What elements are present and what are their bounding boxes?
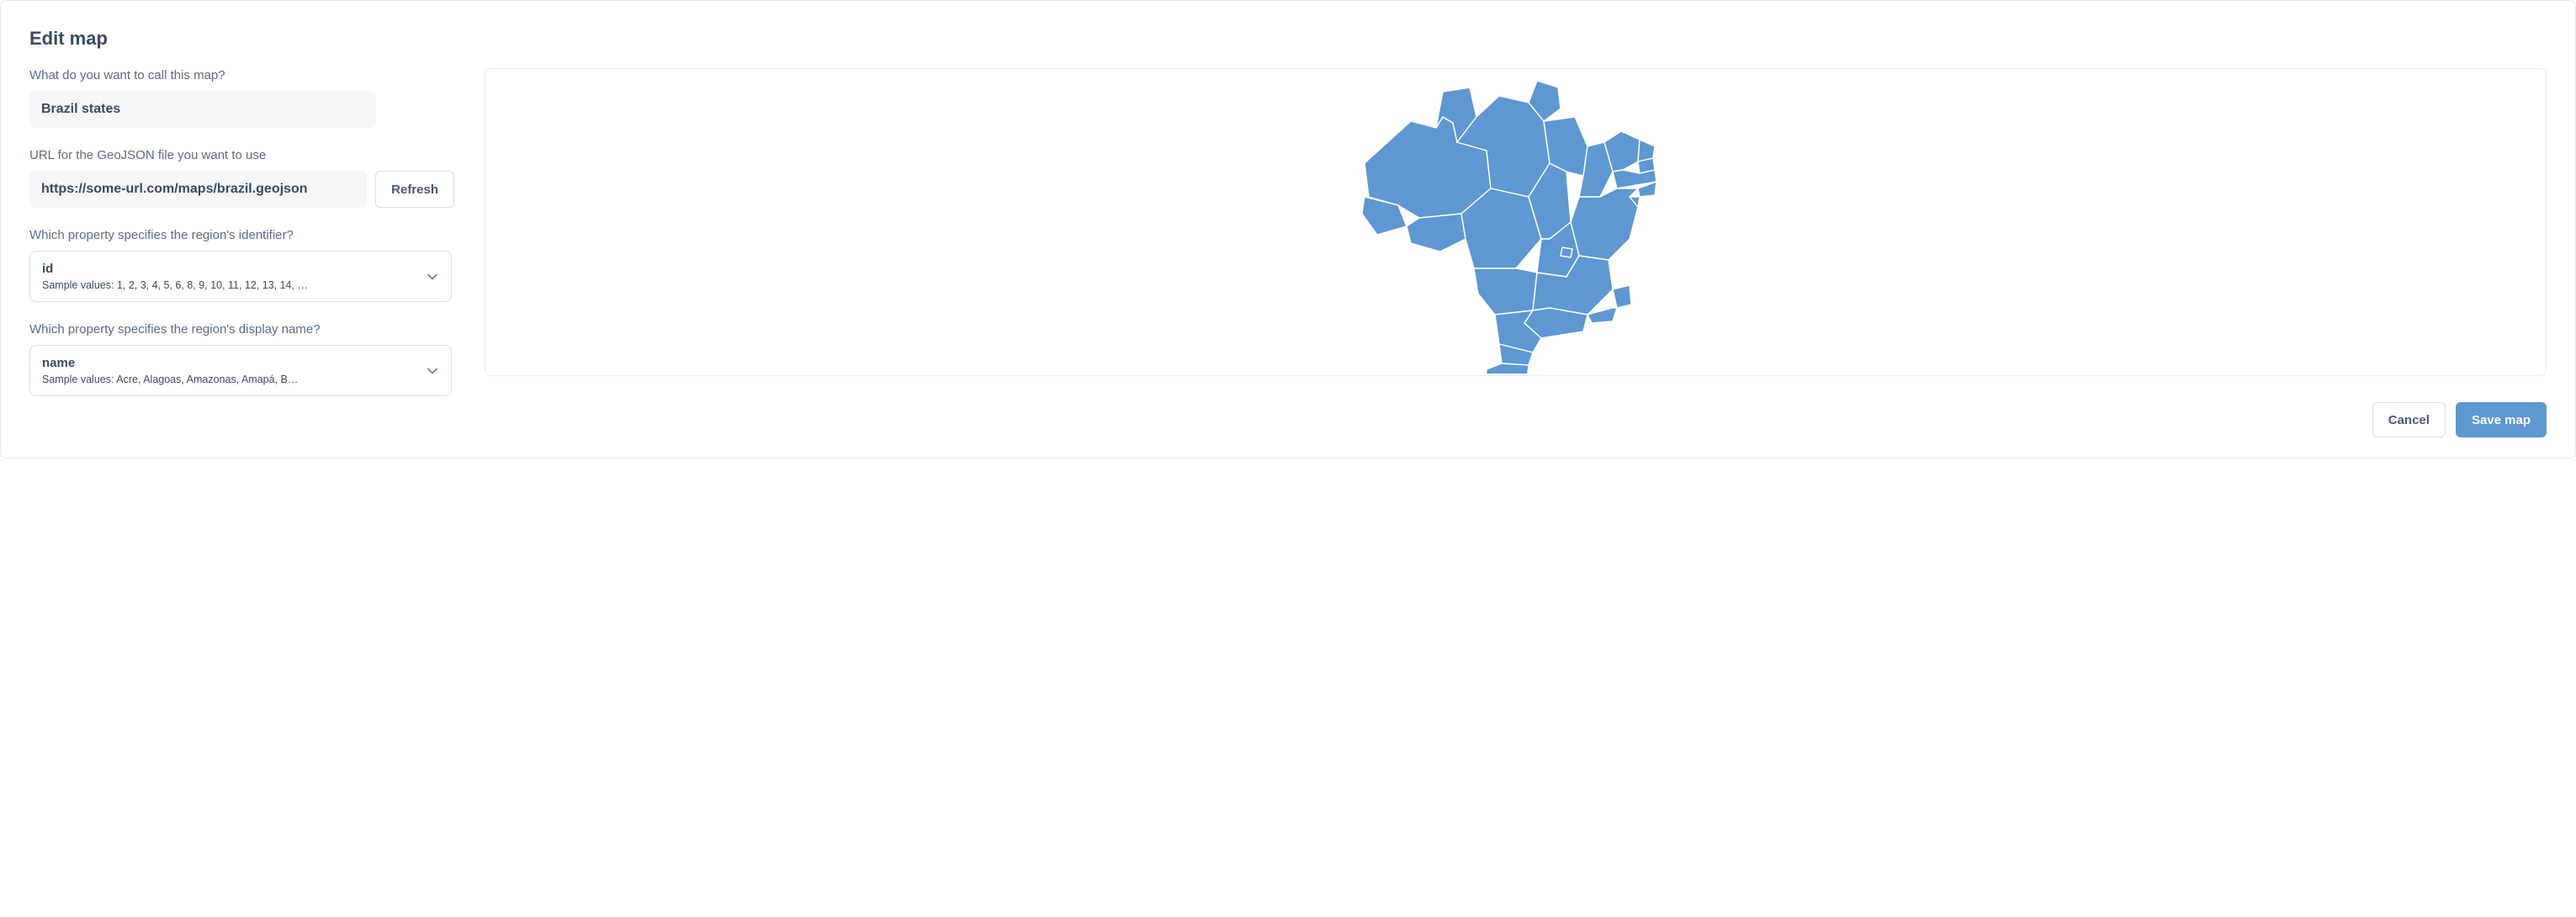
refresh-button[interactable]: Refresh xyxy=(375,171,454,208)
region-identifier-text: id Sample values: 1, 2, 3, 4, 5, 6, 8, 9… xyxy=(42,262,308,291)
region-identifier-label: Which property specifies the region's id… xyxy=(29,228,454,242)
modal-footer: Cancel Save map xyxy=(2372,402,2547,437)
map-name-input[interactable] xyxy=(29,91,376,128)
geojson-url-input[interactable] xyxy=(29,171,367,208)
region-identifier-sample: Sample values: 1, 2, 3, 4, 5, 6, 8, 9, 1… xyxy=(42,279,308,291)
chevron-down-icon xyxy=(427,272,437,282)
save-map-button[interactable]: Save map xyxy=(2456,402,2547,437)
geojson-url-row: Refresh xyxy=(29,171,454,208)
region-display-name-select[interactable]: name Sample values: Acre, Alagoas, Amazo… xyxy=(29,345,452,396)
map-name-label: What do you want to call this map? xyxy=(29,68,454,82)
region-identifier-value: id xyxy=(42,262,308,276)
region-display-name-label: Which property specifies the region's di… xyxy=(29,322,454,337)
geojson-url-label: URL for the GeoJSON file you want to use xyxy=(29,148,454,162)
region-display-name-value: name xyxy=(42,356,298,370)
region-identifier-field: Which property specifies the region's id… xyxy=(29,228,454,302)
cancel-button[interactable]: Cancel xyxy=(2372,402,2446,437)
brazil-map-svg xyxy=(1360,71,1672,374)
edit-map-modal: Edit map What do you want to call this m… xyxy=(0,0,2576,458)
map-name-field: What do you want to call this map? xyxy=(29,68,454,128)
form-column: What do you want to call this map? URL f… xyxy=(29,68,454,396)
region-display-name-field: Which property specifies the region's di… xyxy=(29,322,454,396)
region-display-name-text: name Sample values: Acre, Alagoas, Amazo… xyxy=(42,356,298,385)
region-display-name-sample: Sample values: Acre, Alagoas, Amazonas, … xyxy=(42,374,298,385)
modal-title: Edit map xyxy=(29,28,2547,50)
modal-content: What do you want to call this map? URL f… xyxy=(29,68,2547,396)
chevron-down-icon xyxy=(427,366,437,376)
region-identifier-select[interactable]: id Sample values: 1, 2, 3, 4, 5, 6, 8, 9… xyxy=(29,251,452,302)
geojson-url-field: URL for the GeoJSON file you want to use… xyxy=(29,148,454,208)
map-preview xyxy=(485,68,2547,376)
